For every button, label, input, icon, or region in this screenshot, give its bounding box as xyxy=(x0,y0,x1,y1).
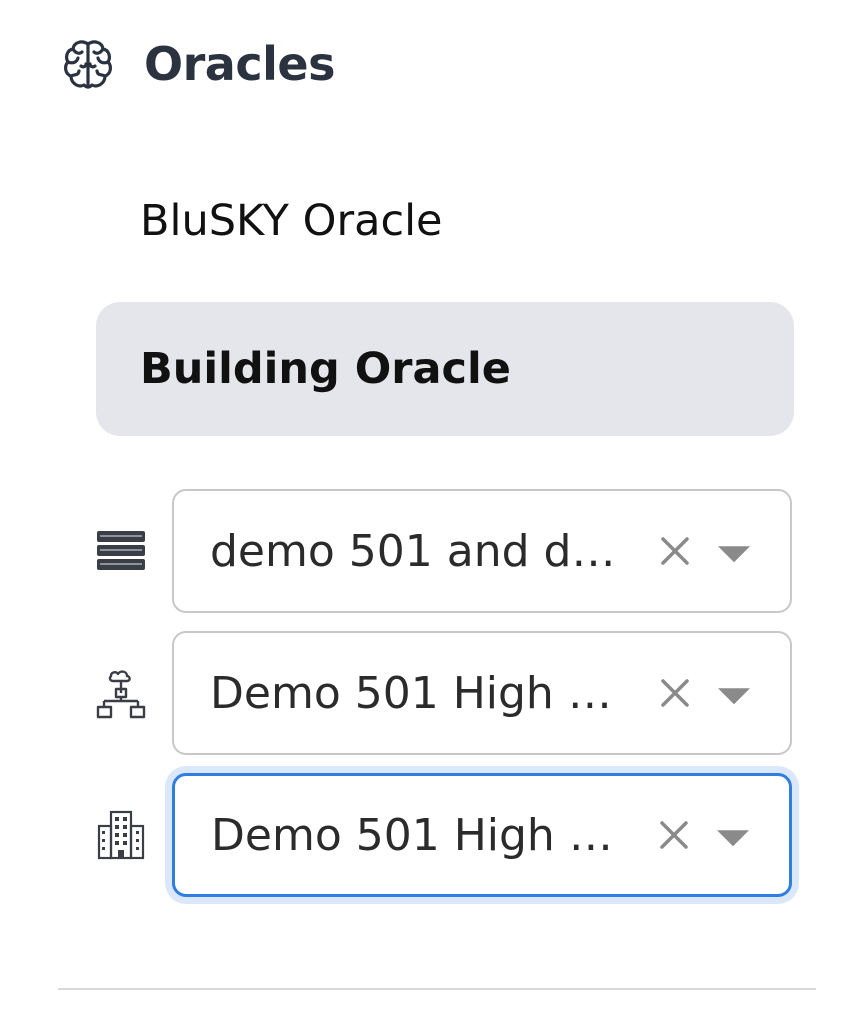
data-source-select[interactable]: demo 501 and demo xyxy=(172,489,792,613)
select-value: demo 501 and demo xyxy=(210,525,620,577)
site-select[interactable]: Demo 501 High St. xyxy=(172,631,792,755)
clear-icon[interactable] xyxy=(658,534,692,568)
selector-row-site: Demo 501 High St. xyxy=(90,630,794,756)
chevron-down-icon[interactable] xyxy=(718,546,750,563)
chevron-down-icon[interactable] xyxy=(717,830,749,847)
nav-item-label: Building Oracle xyxy=(140,344,511,394)
server-stack-icon xyxy=(90,520,152,582)
selector-row-data-source: demo 501 and demo xyxy=(90,488,794,614)
select-value: Demo 501 High St. xyxy=(210,667,620,719)
section-title: Oracles xyxy=(144,37,335,91)
chevron-down-icon[interactable] xyxy=(718,688,750,705)
building-icon xyxy=(90,804,152,866)
nav-item-building-oracle[interactable]: Building Oracle xyxy=(96,302,794,436)
clear-icon[interactable] xyxy=(657,818,691,852)
clear-icon[interactable] xyxy=(658,676,692,710)
brain-icon xyxy=(60,34,116,94)
select-value: Demo 501 High St. xyxy=(211,809,621,861)
network-hierarchy-icon xyxy=(90,662,152,724)
sidebar-header: Oracles xyxy=(60,34,335,94)
nav-item-blusky-oracle[interactable]: BluSKY Oracle xyxy=(96,154,794,288)
building-select[interactable]: Demo 501 High St. xyxy=(172,773,792,897)
selector-row-building: Demo 501 High St. xyxy=(90,772,794,898)
divider xyxy=(58,988,816,990)
nav-item-label: BluSKY Oracle xyxy=(140,196,443,246)
